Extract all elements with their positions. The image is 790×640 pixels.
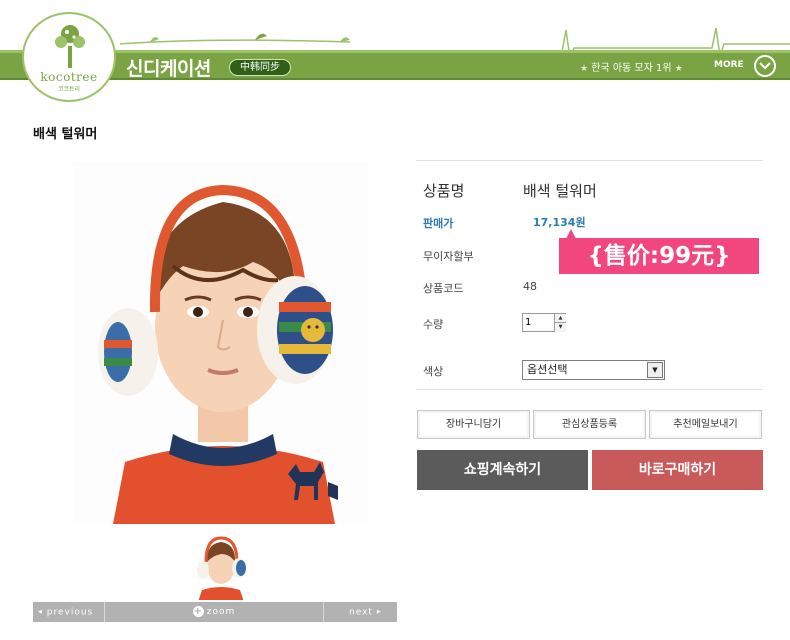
color-label: 색상	[423, 365, 444, 378]
zoom-button[interactable]: + zoom	[105, 602, 324, 622]
star-icon: ★	[580, 64, 589, 74]
price-callout: {售价:99元}	[559, 238, 759, 274]
chevron-down-icon: ▼	[647, 362, 663, 378]
brand-title: 신디케이션	[126, 58, 211, 80]
header-banner: kocotree 코코트리 신디케이션 中韩同步 ★ 한국 아동 모자 1위 ★…	[0, 0, 790, 102]
color-select-value: 옵션선택	[527, 363, 568, 376]
product-name-label: 상품명	[423, 182, 465, 200]
page-title: 배색 털워머	[33, 127, 98, 142]
previous-label: previous	[46, 607, 94, 618]
tagline: ★ 한국 아동 모자 1위 ★ MORE	[580, 59, 744, 74]
star-icon: ★	[674, 64, 683, 74]
chevron-down-icon	[759, 62, 771, 70]
product-image[interactable]	[73, 162, 368, 524]
product-code-value: 48	[523, 280, 537, 293]
logo-subtext: 코코트리	[57, 86, 81, 93]
quantity-decrease-button[interactable]: ▼	[554, 323, 566, 332]
color-select[interactable]: 옵션선택 ▼	[522, 360, 665, 380]
next-button[interactable]: next ▶	[324, 602, 397, 622]
tree-icon	[55, 25, 85, 68]
brand-badge: 中韩同步	[229, 59, 291, 76]
divider	[416, 160, 763, 161]
quantity-input[interactable]	[525, 315, 553, 330]
plus-icon: +	[192, 606, 204, 617]
more-label[interactable]: MORE	[714, 60, 744, 70]
price-value: 17,134원	[533, 216, 586, 229]
zoom-label: zoom	[206, 607, 236, 617]
image-navigation-bar: ◀ previous + zoom next ▶	[33, 602, 397, 622]
price-label: 판매가	[423, 217, 454, 230]
continue-shopping-button[interactable]: 쇼핑계속하기	[417, 450, 588, 490]
quantity-increase-button[interactable]: ▲	[554, 314, 566, 323]
logo[interactable]: kocotree 코코트리	[22, 12, 116, 102]
tagline-text: 한국 아동 모자 1위	[591, 63, 672, 74]
add-to-wishlist-button[interactable]: 관심상품등록	[533, 410, 646, 439]
thumbnail-photo	[192, 532, 248, 600]
recommend-email-button[interactable]: 추천메일보내기	[649, 410, 762, 439]
thumbnail-image[interactable]	[191, 531, 249, 601]
arrow-left-icon: ◀	[38, 609, 43, 615]
product-code-label: 상품코드	[423, 282, 464, 295]
buy-now-button[interactable]: 바로구매하기	[592, 450, 763, 490]
previous-button[interactable]: ◀ previous	[33, 602, 105, 622]
product-name-value: 배색 털워머	[523, 182, 597, 200]
quantity-stepper[interactable]: ▲ ▼	[522, 313, 566, 332]
product-photo	[73, 162, 368, 524]
installment-label: 무이자할부	[423, 250, 474, 263]
more-button[interactable]	[754, 55, 776, 77]
arrow-right-icon: ▶	[376, 609, 382, 615]
quantity-label: 수량	[423, 318, 444, 331]
next-label: next	[349, 607, 373, 618]
add-to-cart-button[interactable]: 장바구니담기	[417, 410, 530, 439]
logo-text: kocotree	[40, 70, 98, 84]
divider	[416, 389, 763, 390]
